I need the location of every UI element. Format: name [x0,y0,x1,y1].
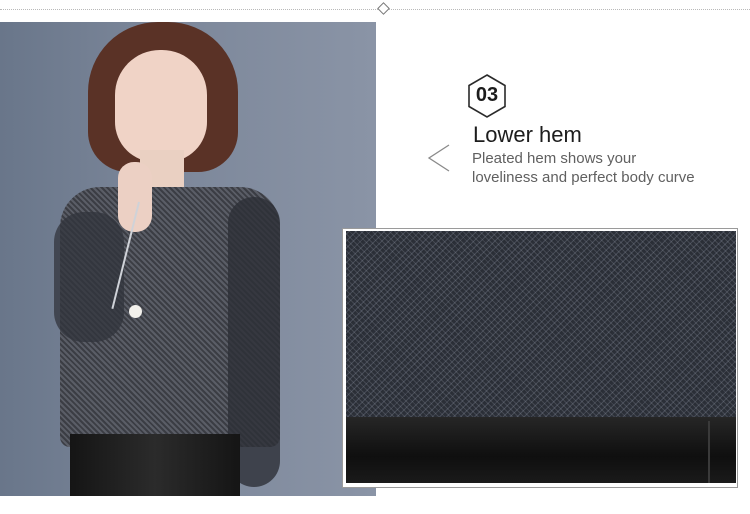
divider-diamond-icon [377,2,390,15]
top-dotted-divider [0,9,750,10]
leather-skirt [70,434,240,496]
hem-detail-photo [346,231,736,483]
model-photo [0,22,376,496]
chevron-left-icon [427,144,450,172]
model-face [115,50,207,162]
skirt-seam [708,421,710,483]
model-left-sleeve [54,212,124,342]
leather-skirt-detail [346,417,736,483]
feature-number: 03 [475,84,499,106]
feature-description-line-1: Pleated hem shows your [472,150,637,167]
feature-title: Lower hem [473,122,582,147]
pearl-pendant [129,305,142,318]
feature-description-line-2: loveliness and perfect body curve [472,169,695,186]
